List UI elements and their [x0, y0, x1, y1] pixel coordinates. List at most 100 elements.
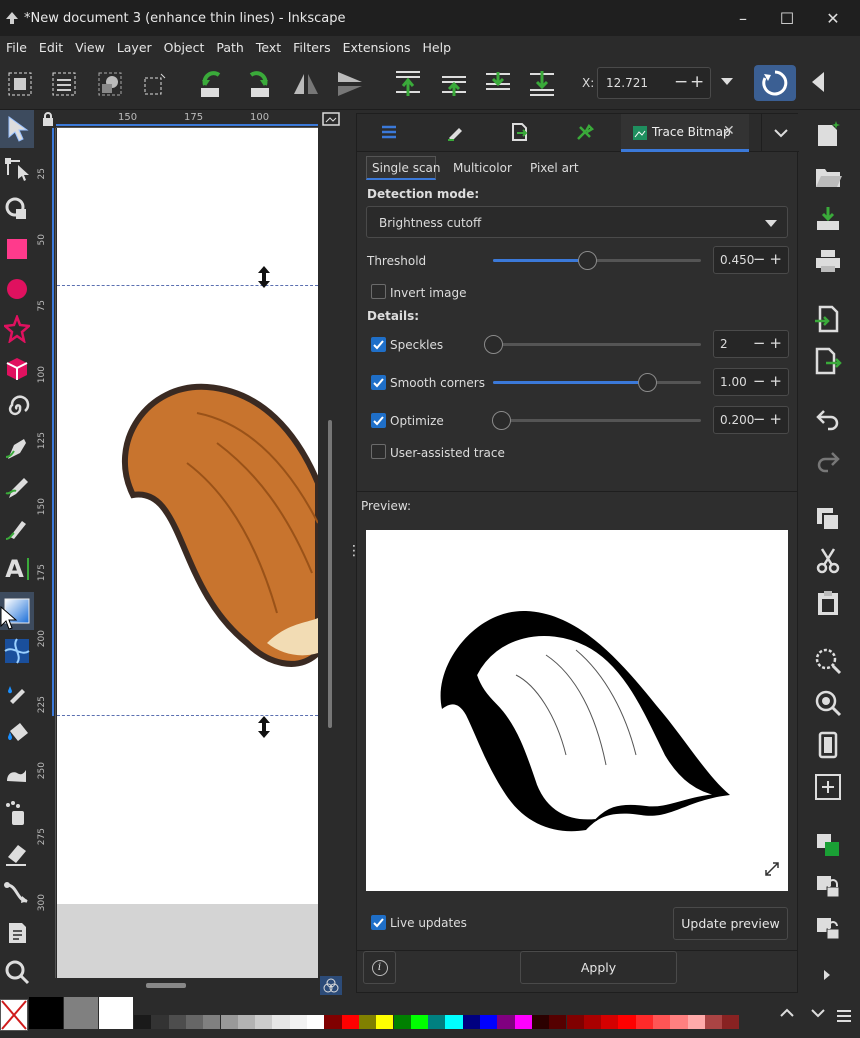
zoom-tool-icon[interactable] — [0, 954, 34, 992]
calligraphy-tool-icon[interactable] — [0, 510, 34, 548]
zoom-selection-icon[interactable] — [810, 644, 846, 678]
menu-layer[interactable]: Layer — [111, 40, 158, 55]
speckles-checkbox[interactable] — [371, 337, 386, 352]
close-button[interactable]: ✕ — [810, 0, 856, 36]
live-updates-checkbox[interactable] — [371, 915, 386, 930]
scale-handle-icon[interactable] — [257, 266, 271, 288]
spiral-tool-icon[interactable] — [0, 390, 34, 428]
eraser-tool-icon[interactable] — [0, 834, 34, 872]
menu-view[interactable]: View — [69, 40, 111, 55]
menu-help[interactable]: Help — [417, 40, 458, 55]
color-swatch[interactable] — [255, 1015, 273, 1029]
color-swatch[interactable] — [220, 1015, 238, 1029]
rotate-ccw-icon[interactable] — [193, 68, 227, 100]
node-tool-icon[interactable] — [0, 150, 34, 188]
zoom-fit-icon[interactable] — [810, 770, 846, 804]
cut-icon[interactable] — [810, 544, 846, 578]
paste-icon[interactable] — [810, 586, 846, 620]
smooth-corners-spinbox[interactable]: 1.00 −+ — [713, 368, 789, 396]
pages-tool-icon[interactable] — [0, 914, 34, 952]
print-icon[interactable] — [810, 244, 846, 278]
flip-vertical-icon[interactable] — [333, 68, 367, 100]
color-swatch[interactable] — [687, 1015, 705, 1029]
optimize-checkbox[interactable] — [371, 413, 386, 428]
color-swatch[interactable] — [635, 1015, 653, 1029]
optimize-spinbox[interactable]: 0.200 −+ — [713, 406, 789, 434]
palette-scroll-up-icon[interactable] — [779, 1005, 795, 1021]
guide-lock-icon[interactable] — [42, 112, 54, 126]
color-swatch[interactable] — [99, 997, 133, 1029]
color-swatch[interactable] — [462, 1015, 480, 1029]
preferences-tab-icon[interactable] — [575, 122, 595, 145]
color-swatch[interactable] — [618, 1015, 636, 1029]
undo-icon[interactable] — [810, 402, 846, 436]
select-same-icon[interactable] — [93, 68, 127, 100]
raise-to-top-icon[interactable] — [391, 68, 425, 100]
color-swatch[interactable] — [341, 1015, 359, 1029]
selector-tool-icon[interactable] — [0, 110, 34, 148]
color-manage-icon[interactable] — [320, 976, 342, 996]
import-icon[interactable] — [810, 302, 846, 336]
layers-tab-icon[interactable] — [379, 122, 399, 145]
rotate-cw-icon[interactable] — [243, 68, 277, 100]
menu-text[interactable]: Text — [250, 40, 287, 55]
flip-horizontal-icon[interactable] — [289, 68, 323, 100]
info-button[interactable]: i — [363, 951, 396, 984]
open-document-icon[interactable] — [810, 160, 846, 194]
select-all-icon[interactable] — [3, 68, 37, 100]
canvas-page[interactable] — [57, 128, 318, 904]
color-swatch[interactable] — [704, 1015, 723, 1029]
threshold-spinbox[interactable]: 0.450 −+ — [713, 246, 789, 274]
text-tool-icon[interactable]: A — [0, 550, 34, 588]
tab-trace-bitmap[interactable]: Trace Bitmap ✕ — [621, 114, 749, 152]
display-mode-icon[interactable] — [322, 112, 340, 128]
palette-menu-icon[interactable] — [836, 1008, 852, 1024]
pencil-tool-icon[interactable] — [0, 470, 34, 508]
zoom-page-icon[interactable] — [810, 728, 846, 762]
color-swatch[interactable] — [29, 997, 63, 1029]
smooth-corners-slider-knob[interactable] — [638, 373, 657, 392]
smooth-corners-stepper-icon[interactable]: −+ — [753, 372, 786, 390]
speckles-slider[interactable] — [484, 335, 701, 354]
3d-box-tool-icon[interactable] — [0, 350, 34, 388]
menu-object[interactable]: Object — [158, 40, 211, 55]
speckles-slider-knob[interactable] — [484, 335, 503, 354]
color-swatch[interactable] — [307, 1015, 325, 1029]
color-swatch[interactable] — [289, 1015, 307, 1029]
x-spinbox[interactable]: 12.721 − + — [597, 67, 711, 99]
paint-bucket-icon[interactable] — [0, 714, 34, 752]
new-document-icon[interactable] — [810, 118, 846, 152]
color-swatch[interactable] — [653, 1015, 671, 1029]
color-swatch[interactable] — [428, 1015, 446, 1029]
threshold-slider-knob[interactable] — [578, 251, 597, 270]
lower-icon[interactable] — [481, 68, 515, 100]
color-swatch[interactable] — [549, 1015, 567, 1029]
user-assisted-trace-checkbox[interactable] — [371, 444, 386, 459]
threshold-slider[interactable] — [493, 251, 701, 270]
color-swatch[interactable] — [324, 1015, 342, 1029]
speckles-spinbox[interactable]: 2 −+ — [713, 330, 789, 358]
optimize-slider-knob[interactable] — [492, 411, 511, 430]
apply-button[interactable]: Apply — [520, 951, 677, 984]
menu-file[interactable]: File — [0, 40, 33, 55]
scale-handle-icon[interactable] — [257, 716, 271, 738]
color-swatch[interactable] — [358, 1015, 377, 1029]
deselect-icon[interactable] — [138, 68, 172, 100]
lower-to-bottom-icon[interactable] — [525, 68, 559, 100]
fill-stroke-tab-icon[interactable] — [445, 122, 465, 145]
commands-overflow-arrow-icon[interactable] — [824, 970, 830, 980]
invert-image-checkbox[interactable] — [371, 284, 386, 299]
mode-tab-multicolor[interactable]: Multicolor — [453, 161, 512, 175]
color-swatch[interactable] — [64, 997, 98, 1029]
optimize-slider[interactable] — [492, 411, 701, 430]
shape-builder-icon[interactable] — [0, 190, 34, 228]
select-all-layers-icon[interactable] — [47, 68, 81, 100]
speckles-stepper-icon[interactable]: −+ — [753, 334, 786, 352]
x-decrement-icon[interactable]: − — [674, 72, 688, 92]
snap-toggle-button[interactable] — [754, 65, 796, 101]
color-swatch[interactable] — [601, 1015, 619, 1029]
spray-tool-icon[interactable] — [0, 794, 34, 832]
color-swatch[interactable] — [185, 1015, 204, 1029]
color-swatch[interactable] — [272, 1015, 290, 1029]
color-swatch[interactable] — [531, 1015, 550, 1029]
